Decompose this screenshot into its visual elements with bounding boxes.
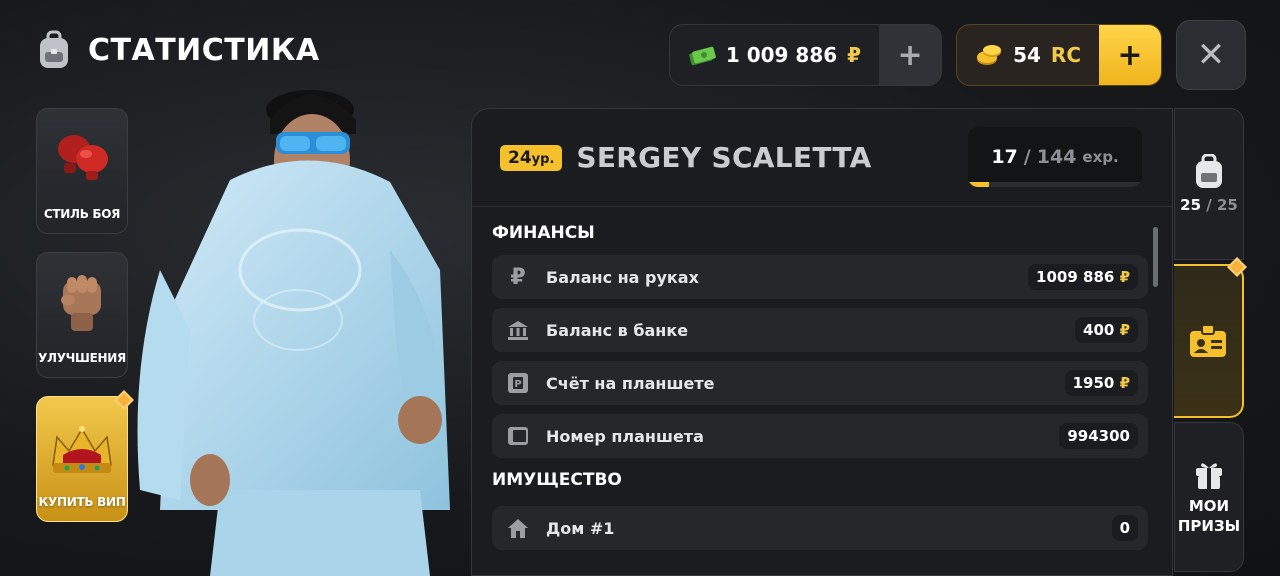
- house-icon: [506, 516, 530, 540]
- backpack-icon: [40, 30, 68, 68]
- exp-unit: exp.: [1082, 148, 1119, 166]
- rc-balance: 54 RC +: [956, 24, 1162, 86]
- svg-text:P: P: [514, 379, 521, 390]
- row-label: Баланс в банке: [546, 320, 689, 340]
- upgrades-button[interactable]: УЛУЧШЕНИЯ: [36, 252, 128, 378]
- row-value: 0: [1111, 515, 1138, 541]
- row-value: 1009 886 ₽: [1028, 264, 1138, 290]
- tablet-account-icon: P: [506, 371, 530, 395]
- exp-current: 17: [991, 146, 1018, 168]
- crown-icon: [52, 426, 112, 473]
- inventory-count: 25 / 25: [1180, 196, 1238, 214]
- close-icon: ✕: [1196, 35, 1226, 75]
- left-menu: СТИЛЬ БОЯ УЛУЧШЕНИЯ КУПИТЬ ВИП: [36, 108, 134, 540]
- tab-inventory[interactable]: 25 / 25: [1174, 108, 1244, 260]
- exp-separator: /: [1023, 146, 1031, 168]
- list-item: P Счёт на планшете 1950 ₽: [492, 361, 1148, 405]
- row-value: 994300: [1059, 423, 1138, 449]
- property-title: ИМУЩЕСТВО: [492, 470, 622, 490]
- rc-unit: RC: [1050, 43, 1081, 67]
- add-rc-button[interactable]: +: [1099, 25, 1161, 85]
- cash-currency: ₽: [847, 43, 862, 67]
- fight-style-label: СТИЛЬ БОЯ: [43, 207, 121, 221]
- row-value: 400 ₽: [1075, 317, 1138, 343]
- buy-vip-button[interactable]: КУПИТЬ ВИП: [36, 390, 134, 522]
- cash-balance: 1 009 886 ₽ +: [668, 24, 943, 86]
- close-button[interactable]: ✕: [1176, 20, 1246, 90]
- row-label: Счёт на планшете: [546, 373, 715, 393]
- gold-coins-icon: [977, 45, 1002, 65]
- buy-vip-label: КУПИТЬ ВИП: [38, 495, 126, 509]
- gift-icon: [1196, 463, 1222, 489]
- list-item: ₽ Баланс на руках 1009 886 ₽: [492, 255, 1148, 299]
- level-badge: 24ур.: [500, 144, 563, 171]
- ruble-icon: ₽: [510, 264, 526, 290]
- bank-icon: [506, 318, 530, 342]
- top-bar: 1 009 886 ₽ + 54 RC + ✕: [668, 20, 1246, 90]
- property-list: Дом #1 0: [472, 506, 1172, 550]
- add-cash-button[interactable]: +: [879, 25, 942, 85]
- stats-panel: 24ур. SERGEY SCALETTA 17 / 144 exp. ФИНА…: [471, 108, 1173, 576]
- upgrades-label: УЛУЧШЕНИЯ: [38, 351, 126, 365]
- backpack-icon: [1196, 154, 1222, 188]
- id-card-icon: [1190, 324, 1226, 357]
- row-label: Дом #1: [546, 518, 615, 538]
- page-title: СТАТИСТИКА: [88, 32, 320, 68]
- finance-list: ₽ Баланс на руках 1009 886 ₽ Баланс в ба…: [472, 255, 1172, 458]
- cash-icon: [689, 46, 716, 66]
- fight-style-button[interactable]: СТИЛЬ БОЯ: [36, 108, 128, 234]
- list-item: Дом #1 0: [492, 506, 1148, 550]
- fist-icon: [61, 275, 101, 331]
- list-item: Номер планшета 994300: [492, 414, 1148, 458]
- tab-my-prizes[interactable]: МОИ ПРИЗЫ: [1174, 422, 1244, 572]
- exp-progress-fill: [968, 182, 989, 187]
- boxing-gloves-icon: [58, 135, 108, 180]
- player-header: 24ур. SERGEY SCALETTA 17 / 144 exp.: [472, 109, 1172, 207]
- row-label: Баланс на руках: [546, 267, 699, 287]
- right-tabs: 25 / 25 МОИ ПРИЗЫ: [1174, 108, 1247, 576]
- my-prizes-label: МОИ ПРИЗЫ: [1177, 497, 1241, 535]
- list-item: Баланс в банке 400 ₽: [492, 308, 1148, 352]
- player-name: SERGEY SCALETTA: [576, 141, 872, 174]
- header: СТАТИСТИКА: [36, 30, 320, 70]
- row-value: 1950 ₽: [1064, 370, 1138, 396]
- tablet-icon: [506, 424, 530, 448]
- character-model: [137, 90, 450, 576]
- experience-box: 17 / 144 exp.: [968, 127, 1142, 187]
- scrollbar[interactable]: [1153, 227, 1158, 287]
- rc-amount: 54: [1013, 43, 1041, 67]
- new-badge-icon: [1227, 257, 1247, 277]
- exp-total: 144: [1036, 146, 1077, 168]
- row-label: Номер планшета: [546, 426, 704, 446]
- exp-progress-bar: [968, 182, 1142, 187]
- tab-stats[interactable]: [1174, 257, 1247, 418]
- finance-title: ФИНАНСЫ: [492, 223, 595, 243]
- cash-amount: 1 009 886: [725, 43, 838, 67]
